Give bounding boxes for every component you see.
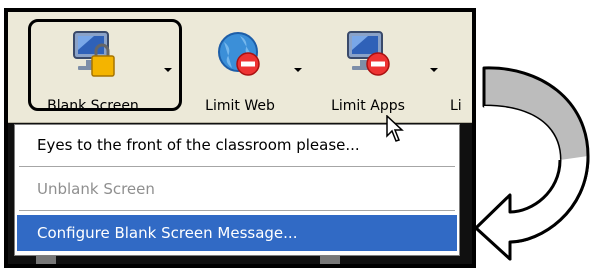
blank-screen-dropdown[interactable] [156, 12, 182, 122]
mouse-cursor-icon [386, 115, 404, 142]
menu-item-label: Eyes to the front of the classroom pleas… [37, 136, 360, 154]
limit-apps-button[interactable]: Limit Apps [318, 12, 418, 122]
blank-screen-label: Blank Screen [47, 98, 139, 114]
limit-web-dropdown-icon[interactable] [294, 68, 302, 72]
globe-block-icon [218, 32, 260, 76]
background-mark [320, 256, 340, 264]
menu-item-label: Configure Blank Screen Message... [37, 224, 298, 242]
chevron-down-icon [164, 68, 172, 72]
curved-arrow-icon [474, 66, 590, 261]
screenshot-frame: Blank Screen Limit Web Limit Apps Li Eye… [4, 8, 476, 268]
blank-screen-menu: Eyes to the front of the classroom pleas… [14, 124, 460, 256]
limit-web-label: Limit Web [205, 98, 275, 114]
monitor-block-icon [347, 31, 390, 76]
limit-apps-label: Limit Apps [331, 98, 405, 114]
limit-web-button[interactable]: Limit Web [190, 12, 290, 122]
toolbar: Blank Screen Limit Web Limit Apps Li [8, 12, 472, 123]
menu-separator [19, 166, 455, 167]
menu-item-unblank-screen[interactable]: Unblank Screen [17, 171, 457, 207]
menu-item-label: Unblank Screen [37, 180, 155, 198]
limit-apps-dropdown-icon[interactable] [430, 68, 438, 72]
menu-item-configure-message[interactable]: Configure Blank Screen Message... [17, 215, 457, 251]
monitor-lock-icon [73, 31, 115, 77]
background-mark [36, 256, 56, 264]
blank-screen-button[interactable]: Blank Screen [28, 12, 158, 122]
menu-separator [19, 210, 455, 211]
